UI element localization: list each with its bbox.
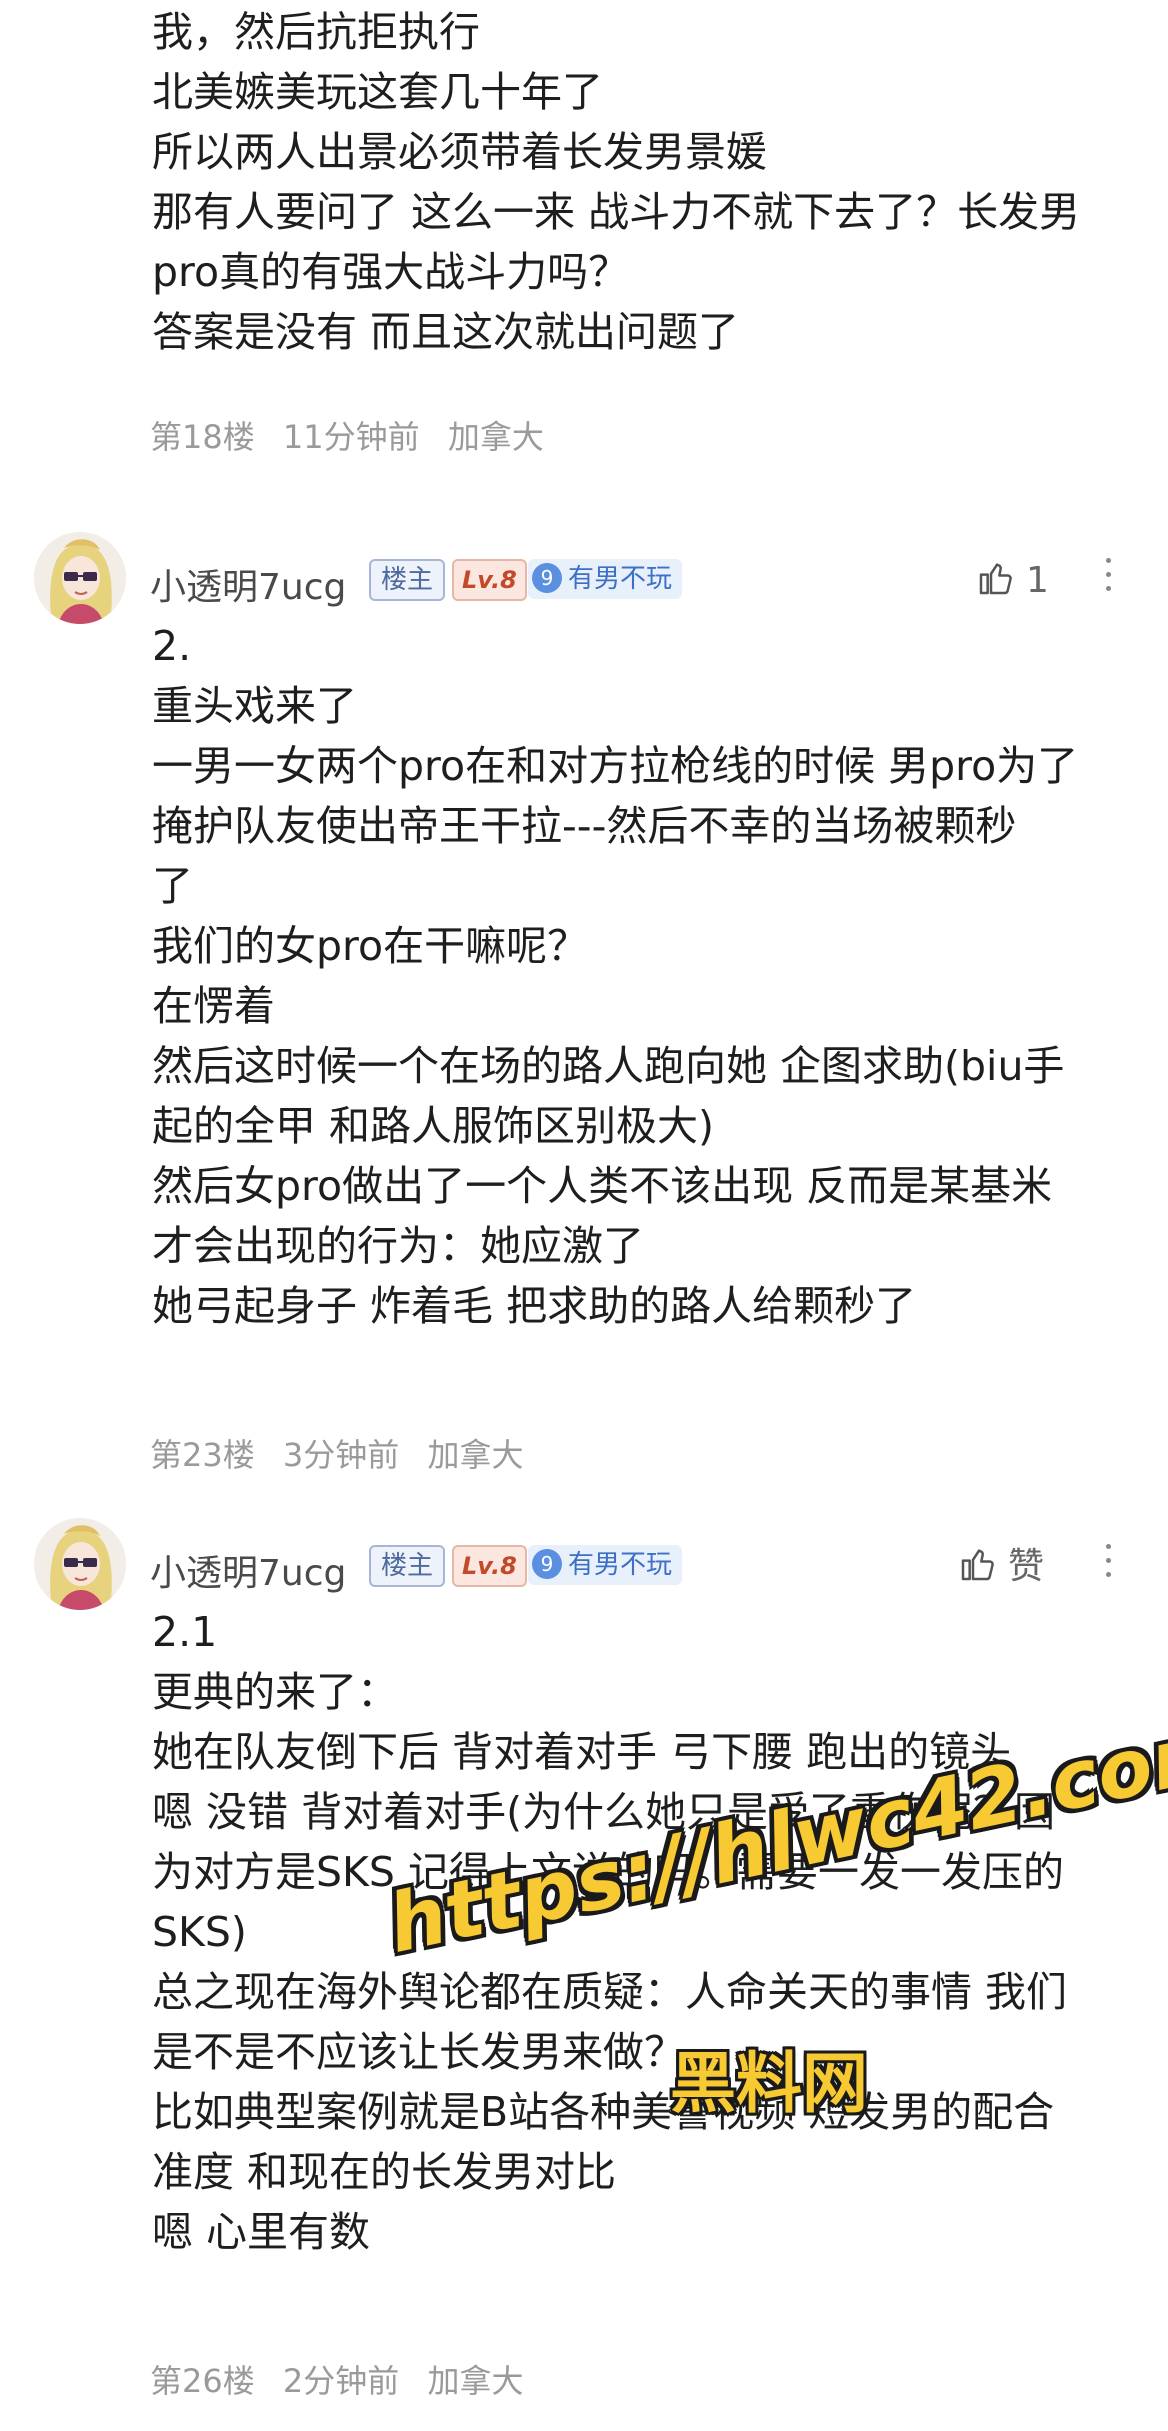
comment-line: 嗯 心里有数 <box>152 2208 371 2256</box>
comment-line: 为对方是SKS 记得上文说的吗。需要一发一发压的 <box>152 1848 1064 1896</box>
group-badge-name: 有男不玩 <box>568 564 673 594</box>
more-vertical-icon[interactable] <box>1098 1544 1118 1590</box>
comment-line: 我，然后抗拒执行 <box>152 8 480 56</box>
like-label: 赞 <box>1008 1546 1045 1587</box>
host-badge: 楼主 <box>369 559 446 601</box>
comment-body: 我，然后抗拒执行 北美嫉美玩这套几十年了 所以两人出景必须带着长发男景媛 那有人… <box>152 2 1132 362</box>
comment-line: 然后这时候一个在场的路人跑向她 企图求助(biu手 <box>152 1042 1065 1090</box>
like-count: 1 <box>1026 560 1049 601</box>
comment-line: 一男一女两个pro在和对方拉枪线的时候 男pro为了 <box>152 742 1079 790</box>
comment-line: 2. <box>152 622 192 670</box>
post-time: 2分钟前 <box>282 2362 400 2400</box>
floor-number: 第18楼 <box>150 418 255 456</box>
username[interactable]: 小透明7ucg <box>150 558 346 610</box>
comment-line: pro真的有强大战斗力吗？ <box>152 248 630 296</box>
avatar-image <box>34 532 126 624</box>
post-time: 3分钟前 <box>282 1436 400 1474</box>
comment-line: SKS) <box>152 1908 247 1956</box>
comment-meta: 第26楼 2分钟前 加拿大 <box>150 2356 541 2402</box>
avatar[interactable] <box>34 1518 126 1610</box>
comment-line: 了 <box>152 862 193 910</box>
comment-meta: 第18楼 11分钟前 加拿大 <box>150 412 562 458</box>
comment-line: 准度 和现在的长发男对比 <box>152 2148 617 2196</box>
post-location: 加拿大 <box>447 418 544 456</box>
like-button[interactable]: 赞 <box>958 1542 1044 1592</box>
comment-line: 才会出现的行为：她应激了 <box>152 1222 644 1270</box>
avatar-image <box>34 1518 126 1610</box>
comment-line: 比如典型案例就是B站各种美警视频 短发男的配合 <box>152 2088 1055 2136</box>
comment-line: 是不是不应该让长发男来做？ <box>152 2028 685 2076</box>
comment-line: 她在队友倒下后 背对着对手 弓下腰 跑出的镜头 <box>152 1728 1012 1776</box>
level-badge: Lv.8 <box>452 1545 527 1587</box>
group-badge-name: 有男不玩 <box>568 1550 673 1580</box>
username[interactable]: 小透明7ucg <box>150 1544 346 1596</box>
group-badge-number: 9 <box>532 1548 562 1579</box>
comment-line: 嗯 没错 背对着对手(为什么她只是受了重伤呢？因 <box>152 1788 1056 1836</box>
comment-line: 在愣着 <box>152 982 275 1030</box>
comment-line: 那有人要问了 这么一来 战斗力不就下去了？长发男 <box>152 188 1081 236</box>
comment-line: 掩护队友使出帝王干拉---然后不幸的当场被颗秒 <box>152 802 1017 850</box>
floor-number: 第23楼 <box>150 1436 255 1474</box>
comment-meta: 第23楼 3分钟前 加拿大 <box>150 1430 541 1476</box>
level-badge: Lv.8 <box>452 559 527 601</box>
group-badge[interactable]: 9 有男不玩 <box>528 559 683 599</box>
comment-line: 2.1 <box>152 1608 218 1656</box>
thumbs-up-icon <box>961 1549 994 1581</box>
group-badge[interactable]: 9 有男不玩 <box>528 1545 683 1585</box>
comment-line: 重头戏来了 <box>152 682 357 730</box>
post-time: 11分钟前 <box>282 418 420 456</box>
floor-number: 第26楼 <box>150 2362 255 2400</box>
group-badge-number: 9 <box>532 562 562 593</box>
comment-line: 她弓起身子 炸着毛 把求助的路人给颗秒了 <box>152 1282 917 1330</box>
more-vertical-icon[interactable] <box>1098 558 1118 604</box>
comment-body: 2.1 更典的来了： 她在队友倒下后 背对着对手 弓下腰 跑出的镜头 嗯 没错 … <box>152 1602 1132 2262</box>
comment-line: 然后女pro做出了一个人类不该出现 反而是某基米 <box>152 1162 1053 1210</box>
comment-body: 2. 重头戏来了 一男一女两个pro在和对方拉枪线的时候 男pro为了 掩护队友… <box>152 616 1132 1336</box>
post-location: 加拿大 <box>427 1436 524 1474</box>
thumbs-up-icon <box>979 563 1012 595</box>
comment-line: 我们的女pro在干嘛呢？ <box>152 922 589 970</box>
post-location: 加拿大 <box>427 2362 524 2400</box>
comment-line: 起的全甲 和路人服饰区别极大) <box>152 1102 715 1150</box>
like-button[interactable]: 1 <box>976 556 1049 606</box>
comment-line: 北美嫉美玩这套几十年了 <box>152 68 603 116</box>
comment-line: 所以两人出景必须带着长发男景媛 <box>152 128 767 176</box>
comment-line: 总之现在海外舆论都在质疑：人命关天的事情 我们 <box>152 1968 1068 2016</box>
comment-line: 更典的来了： <box>152 1668 398 1716</box>
comment-line: 答案是没有 而且这次就出问题了 <box>152 308 740 356</box>
avatar[interactable] <box>34 532 126 624</box>
host-badge: 楼主 <box>369 1545 446 1587</box>
